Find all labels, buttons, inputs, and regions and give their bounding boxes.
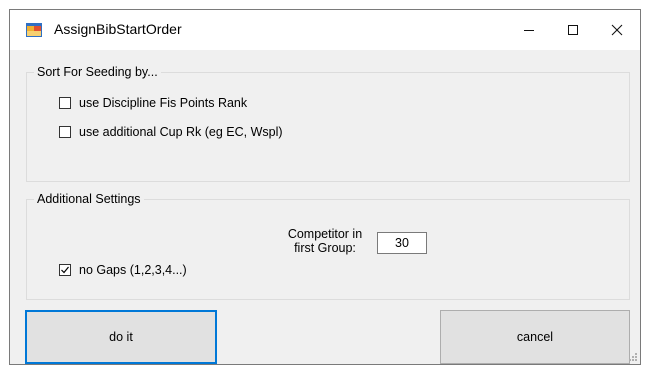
- app-icon: [26, 23, 42, 37]
- checkbox-label: use additional Cup Rk (eg EC, Wspl): [79, 125, 283, 139]
- close-button[interactable]: [594, 10, 640, 50]
- title-bar[interactable]: AssignBibStartOrder: [10, 10, 640, 50]
- maximize-icon: [568, 25, 578, 35]
- checkbox-label: use Discipline Fis Points Rank: [79, 96, 248, 110]
- checkbox-box[interactable]: [59, 264, 71, 276]
- competitor-first-group-input[interactable]: [377, 232, 427, 254]
- resize-grip-icon[interactable]: [628, 352, 638, 362]
- window-title: AssignBibStartOrder: [54, 21, 182, 37]
- checkbox-label: no Gaps (1,2,3,4...): [79, 263, 187, 277]
- minimize-button[interactable]: [506, 10, 552, 50]
- competitor-label-line2: first Group:: [294, 241, 356, 255]
- additional-settings-group: Additional Settings Competitor in first …: [26, 191, 630, 300]
- maximize-button[interactable]: [550, 10, 596, 50]
- competitor-first-group-label: Competitor in first Group:: [285, 227, 365, 255]
- sort-seeding-group: Sort For Seeding by... use Discipline Fi…: [26, 64, 630, 182]
- cancel-button[interactable]: cancel: [440, 310, 630, 364]
- do-it-button[interactable]: do it: [25, 310, 217, 364]
- checkmark-icon: [61, 266, 69, 274]
- additional-settings-group-label: Additional Settings: [34, 191, 144, 207]
- checkbox-box[interactable]: [59, 97, 71, 109]
- competitor-label-line1: Competitor in: [287, 227, 363, 241]
- close-icon: [611, 24, 623, 36]
- checkbox-box[interactable]: [59, 126, 71, 138]
- sort-seeding-group-label: Sort For Seeding by...: [34, 64, 161, 80]
- discipline-fis-points-checkbox[interactable]: use Discipline Fis Points Rank: [59, 96, 247, 110]
- minimize-icon: [524, 30, 534, 31]
- no-gaps-checkbox[interactable]: no Gaps (1,2,3,4...): [59, 263, 187, 277]
- dialog-window: AssignBibStartOrder Sort For Seeding by.…: [9, 9, 641, 365]
- additional-cup-rank-checkbox[interactable]: use additional Cup Rk (eg EC, Wspl): [59, 125, 283, 139]
